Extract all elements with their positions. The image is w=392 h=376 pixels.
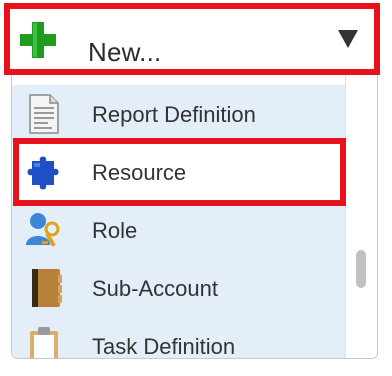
user-key-icon [26, 213, 60, 247]
report-document-icon [29, 94, 59, 134]
caret-down-icon[interactable] [338, 30, 358, 48]
puzzle-piece-icon [27, 156, 59, 190]
menu-item-sub-account[interactable]: Sub-Account [12, 259, 348, 317]
plus-icon [20, 22, 56, 58]
menu-item-label: Role [92, 218, 138, 243]
menu-item-resource[interactable]: Resource [12, 143, 348, 201]
menu-item-label: Report Definition [92, 102, 256, 127]
clipboard-icon [30, 327, 58, 358]
new-button-label: New... [88, 37, 162, 67]
menu-item-label: Resource [92, 160, 187, 185]
menu-item-task-definition[interactable]: Task Definition [12, 317, 348, 359]
new-dropdown-button[interactable]: New... [4, 3, 380, 75]
new-dropdown-menu: Report Definition Resource Role Sub-Acco… [11, 75, 378, 359]
scrollbar-thumb[interactable] [356, 250, 366, 288]
menu-item-role[interactable]: Role [12, 201, 348, 259]
menu-item-label: Sub-Account [92, 276, 218, 301]
address-book-icon [32, 269, 62, 307]
scrollbar[interactable] [345, 75, 377, 358]
menu-list: Report Definition Resource Role Sub-Acco… [12, 75, 348, 358]
menu-item-report-definition[interactable]: Report Definition [12, 85, 348, 143]
menu-item-label: Task Definition [92, 334, 236, 359]
